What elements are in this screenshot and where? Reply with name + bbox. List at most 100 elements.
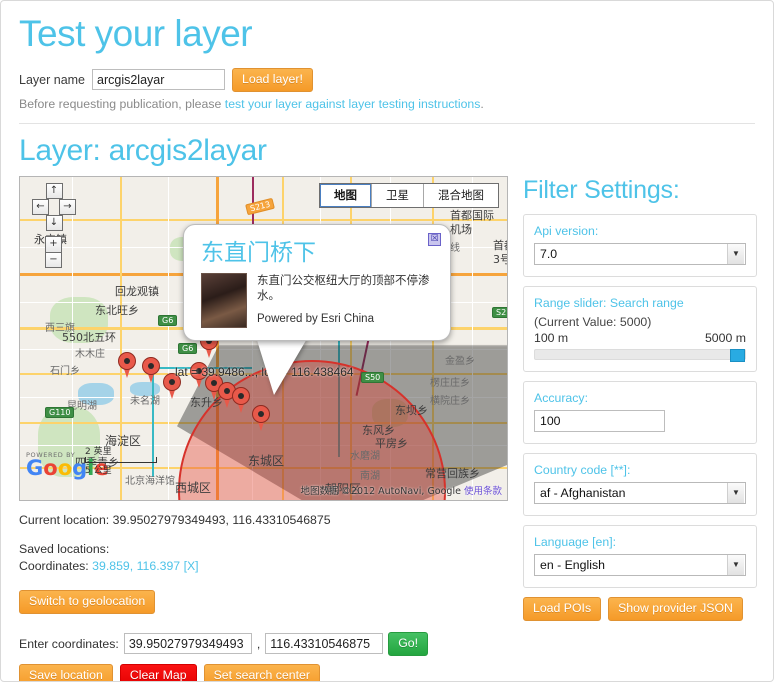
filter-settings-panel: Filter Settings: Api version: 7.0 ▼ Rang…	[523, 176, 757, 621]
zoom-controls[interactable]: + −	[45, 235, 62, 268]
set-search-center-button[interactable]: Set search center	[203, 663, 320, 681]
scale-km-label: 5 公里	[85, 465, 112, 476]
api-version-box: Api version: 7.0 ▼	[523, 213, 757, 277]
longitude-input[interactable]	[265, 633, 384, 655]
accuracy-label: Accuracy:	[534, 390, 588, 405]
scale-miles-label: 2 英里	[85, 446, 112, 457]
range-min-label: 100 m	[534, 330, 569, 345]
map-poi-marker[interactable]	[118, 351, 136, 378]
map-place-label: 机场	[450, 222, 472, 236]
api-version-value: 7.0	[540, 246, 558, 261]
chevron-down-icon[interactable]: ▼	[727, 243, 744, 264]
close-icon[interactable]: ☒	[428, 232, 441, 246]
publication-hint: Before requesting publication, please te…	[19, 97, 755, 111]
saved-coordinates-row: Coordinates: 39.859, 116.397 [X]	[19, 559, 519, 573]
map-road-shield: S2	[492, 306, 507, 318]
clear-map-button[interactable]: Clear Map	[119, 663, 197, 681]
map-navigation-controls[interactable]: ↑ ← → ↓ + −	[31, 182, 77, 268]
filter-settings-title: Filter Settings:	[523, 175, 680, 204]
api-version-select[interactable]: 7.0 ▼	[534, 242, 746, 265]
pan-horizontal-row: ← →	[31, 198, 77, 215]
accuracy-input[interactable]	[534, 409, 665, 432]
language-value: en - English	[540, 557, 605, 572]
load-layer-button[interactable]: Load layer!	[232, 67, 313, 92]
page-title: Test your layer	[19, 13, 253, 54]
load-pois-button[interactable]: Load POIs	[523, 596, 602, 621]
map-type-switcher[interactable]: 地图 卫星 混合地图	[319, 182, 499, 208]
map-poi-marker[interactable]	[232, 386, 250, 413]
map-place-label: 3号航	[493, 252, 507, 266]
terms-of-use-link[interactable]: 使用条款	[464, 486, 502, 497]
pan-down-icon[interactable]: ↓	[45, 214, 63, 231]
layer-heading: Layer: arcgis2layar	[19, 133, 267, 167]
enter-coordinates-label: Enter coordinates:	[19, 636, 119, 651]
map-place-label: 南湖	[360, 470, 380, 482]
accuracy-box: Accuracy:	[523, 380, 757, 444]
current-location-value: 39.95027979349493, 116.43310546875	[112, 512, 331, 527]
map-type-button-2[interactable]: 混合地图	[424, 183, 498, 207]
map-place-label: 金盈乡	[445, 355, 475, 367]
poi-title: 东直门桥下	[201, 239, 316, 266]
switch-to-geolocation-button[interactable]: Switch to geolocation	[19, 589, 156, 614]
map-place-label: 未名湖	[130, 395, 160, 407]
current-location-row: Current location: 39.95027979349493, 116…	[19, 513, 519, 527]
show-provider-json-button[interactable]: Show provider JSON	[608, 596, 743, 621]
map-type-button-0[interactable]: 地图	[320, 183, 372, 207]
map-place-label: 回龙观镇	[115, 284, 159, 298]
language-select[interactable]: en - English ▼	[534, 553, 746, 576]
latitude-input[interactable]	[123, 633, 252, 655]
map-place-label: 东城区	[248, 453, 285, 468]
country-code-select[interactable]: af - Afghanistan ▼	[534, 481, 746, 504]
api-version-label: Api version:	[534, 223, 599, 238]
poi-text-column: 东直门公交枢纽大厅的顶部不停渗水。 Powered by Esri China	[257, 273, 438, 328]
map-type-button-1[interactable]: 卫星	[372, 183, 424, 207]
poi-info-bubble[interactable]: ☒ 东直门桥下 东直门公交枢纽大厅的顶部不停渗水。 Powered by Esr…	[183, 223, 451, 341]
map-road-shield: G6	[178, 342, 198, 354]
pan-right-icon[interactable]: →	[59, 198, 76, 215]
country-code-value: af - Afghanistan	[540, 485, 626, 500]
map-place-label: 楞庄庄乡	[430, 377, 470, 389]
range-endpoints: 100 m 5000 m	[534, 331, 746, 345]
go-button[interactable]: Go!	[388, 631, 429, 656]
zoom-out-icon[interactable]: −	[45, 251, 62, 268]
map-place-label: 平房乡	[375, 436, 408, 450]
map-poi-marker[interactable]	[142, 356, 160, 383]
layer-name-form: Layer name Load layer!	[19, 67, 755, 92]
pan-up-icon[interactable]: ↑	[45, 182, 63, 199]
range-slider-box: Range slider: Search range (Current Valu…	[523, 285, 757, 372]
range-max-label: 5000 m	[704, 330, 746, 345]
map-place-label: 常营回族乡	[425, 466, 480, 480]
map-scale-bar: 2 英里 5 公里	[85, 444, 157, 476]
language-box: Language [en]: en - English ▼	[523, 524, 757, 588]
map-poi-marker[interactable]	[252, 404, 270, 431]
map-place-label: 木木庄	[75, 348, 105, 360]
chevron-down-icon[interactable]: ▼	[727, 554, 744, 575]
country-code-box: Country code [**]: af - Afghanistan ▼	[523, 452, 757, 516]
range-slider-handle[interactable]	[730, 348, 745, 362]
map-canvas[interactable]: 永宁镇回龙观镇东北旺乡昆明湖未名湖东升乡海淀区四季青乡北京海洋馆西城区东城区朝阳…	[20, 176, 507, 500]
saved-coords-link[interactable]: 39.859, 116.397	[92, 559, 180, 573]
pan-left-icon[interactable]: ←	[32, 198, 49, 215]
map-place-label: 石门乡	[50, 365, 80, 377]
layer-name-input[interactable]	[92, 69, 226, 91]
layer-testing-instructions-link[interactable]: test your layer against layer testing in…	[225, 97, 481, 111]
map-attribution: 地图数据 ©2012 AutoNavi, Google 使用条款	[300, 483, 502, 497]
saved-locations-label: Saved locations:	[19, 541, 110, 556]
map-container[interactable]: 永宁镇回龙观镇东北旺乡昆明湖未名湖东升乡海淀区四季青乡北京海洋馆西城区东城区朝阳…	[19, 175, 508, 501]
saved-coords-remove-link[interactable]: [X]	[184, 559, 199, 573]
map-place-label: 西三旗	[45, 322, 75, 334]
coordinate-separator: ,	[256, 636, 261, 651]
location-info-section: Current location: 39.95027979349493, 116…	[19, 513, 519, 681]
pan-up-row: ↑	[31, 182, 77, 199]
save-location-button[interactable]: Save location	[19, 663, 113, 681]
chevron-down-icon[interactable]: ▼	[727, 482, 744, 503]
zoom-in-icon[interactable]: +	[45, 235, 62, 252]
country-code-label: Country code [**]:	[534, 462, 631, 477]
map-place-label: 东坝乡	[395, 403, 428, 417]
hint-suffix: .	[480, 96, 484, 111]
range-slider-track[interactable]	[534, 348, 746, 362]
map-road-shield: S50	[361, 371, 385, 383]
map-road-shield: G6	[158, 314, 178, 326]
range-slider-label: Range slider: Search range	[534, 295, 684, 310]
saved-coords-label: Coordinates:	[19, 558, 89, 573]
